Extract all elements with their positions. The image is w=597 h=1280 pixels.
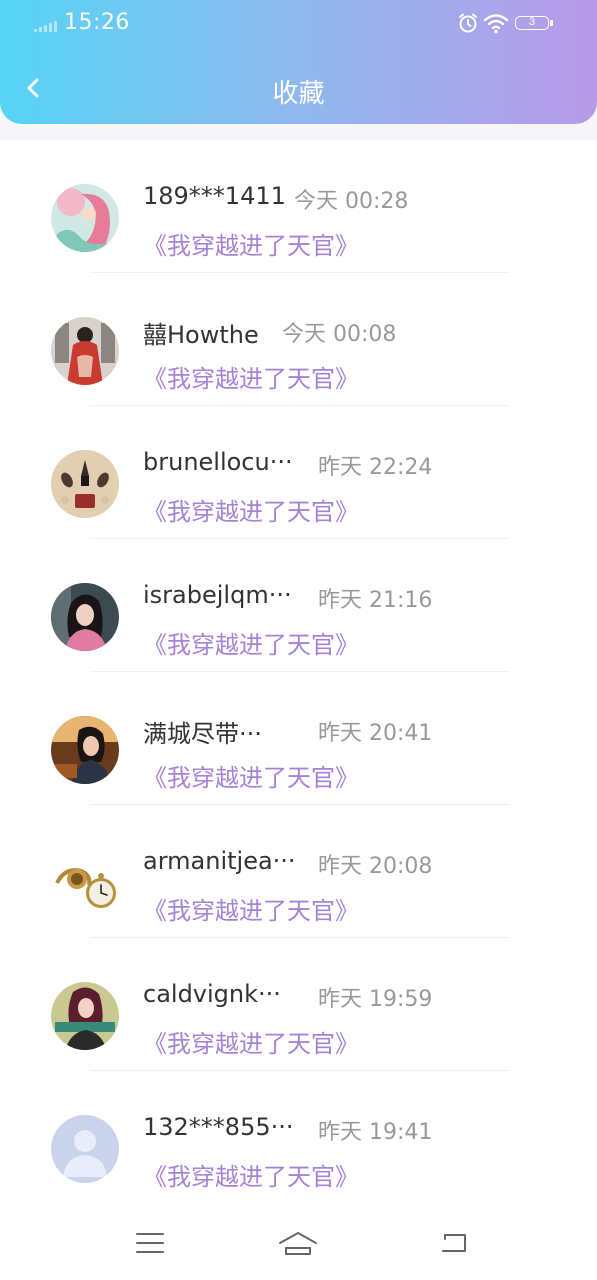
wifi-icon [483, 14, 509, 34]
system-nav-bar [0, 1205, 597, 1280]
user-name: armanitjea··· [143, 847, 296, 875]
favorite-date: 昨天 19:59 [318, 987, 433, 1012]
user-avatar[interactable] [51, 184, 119, 252]
list-item[interactable]: 满城尽带··· 昨天 20:41 《我穿越进了天官》 [0, 672, 597, 805]
favorite-date: 昨天 20:41 [318, 721, 433, 746]
battery-level: 3 [528, 16, 536, 28]
book-title-link[interactable]: 《我穿越进了天官》 [143, 758, 359, 793]
user-name: caldvignk··· [143, 980, 281, 1008]
user-name: 满城尽带··· [143, 720, 262, 748]
book-title-link[interactable]: 《我穿越进了天官》 [143, 492, 359, 527]
menu-icon [136, 1233, 164, 1253]
book-title-link[interactable]: 《我穿越进了天官》 [143, 1157, 359, 1192]
list-item[interactable]: armanitjea··· 昨天 20:08 《我穿越进了天官》 [0, 805, 597, 938]
favorite-date: 今天 00:28 [294, 189, 409, 214]
user-avatar[interactable] [51, 1115, 119, 1183]
status-bar: 15:26 3 [0, 0, 597, 50]
user-name: israbejlqm··· [143, 581, 292, 609]
user-name: 189***1411 [143, 182, 286, 210]
status-time: 15:26 [64, 10, 130, 35]
list-item[interactable]: 189***1411 今天 00:28 《我穿越进了天官》 [0, 140, 597, 273]
alarm-icon [459, 13, 477, 33]
user-avatar[interactable] [51, 982, 119, 1050]
list-item[interactable]: 囍Howthe 今天 00:08 《我穿越进了天官》 [0, 273, 597, 406]
favorite-date: 昨天 22:24 [318, 455, 433, 480]
favorite-date: 昨天 20:08 [318, 854, 433, 879]
list-item[interactable]: caldvignk··· 昨天 19:59 《我穿越进了天官》 [0, 938, 597, 1071]
home-icon [279, 1232, 317, 1255]
list-item[interactable]: brunellocu··· 昨天 22:24 《我穿越进了天官》 [0, 406, 597, 539]
signal-icon [34, 20, 60, 32]
header: 15:26 3 收藏 [0, 0, 597, 124]
system-back-button[interactable] [432, 1227, 476, 1259]
book-title-link[interactable]: 《我穿越进了天官》 [143, 359, 359, 394]
favorites-list: 189***1411 今天 00:28 《我穿越进了天官》 囍Howthe 今天… [0, 140, 597, 1205]
favorite-date: 昨天 21:16 [318, 588, 433, 613]
user-avatar[interactable] [51, 716, 119, 784]
user-name: brunellocu··· [143, 448, 293, 476]
book-title-link[interactable]: 《我穿越进了天官》 [143, 891, 359, 926]
list-item[interactable]: israbejlqm··· 昨天 21:16 《我穿越进了天官》 [0, 539, 597, 672]
user-avatar[interactable] [51, 849, 119, 917]
user-avatar[interactable] [51, 450, 119, 518]
book-title-link[interactable]: 《我穿越进了天官》 [143, 625, 359, 660]
list-item[interactable]: 132***855··· 昨天 19:41 《我穿越进了天官》 [0, 1071, 597, 1204]
book-title-link[interactable]: 《我穿越进了天官》 [143, 226, 359, 261]
user-avatar[interactable] [51, 583, 119, 651]
favorite-date: 今天 00:08 [282, 322, 397, 347]
menu-button[interactable] [128, 1227, 172, 1259]
battery-icon: 3 [515, 16, 553, 30]
user-name: 囍Howthe [143, 321, 259, 349]
user-avatar[interactable] [51, 317, 119, 385]
user-name: 132***855··· [143, 1113, 294, 1141]
favorites-screen: 15:26 3 收藏 189***1411 今天 00:28 《我穿越进了天官》… [0, 0, 597, 1280]
page-title: 收藏 [272, 79, 325, 109]
back-icon [442, 1234, 466, 1252]
home-button[interactable] [276, 1227, 320, 1259]
favorite-date: 昨天 19:41 [318, 1120, 433, 1145]
book-title-link[interactable]: 《我穿越进了天官》 [143, 1024, 359, 1059]
status-icons: 3 [457, 12, 567, 36]
